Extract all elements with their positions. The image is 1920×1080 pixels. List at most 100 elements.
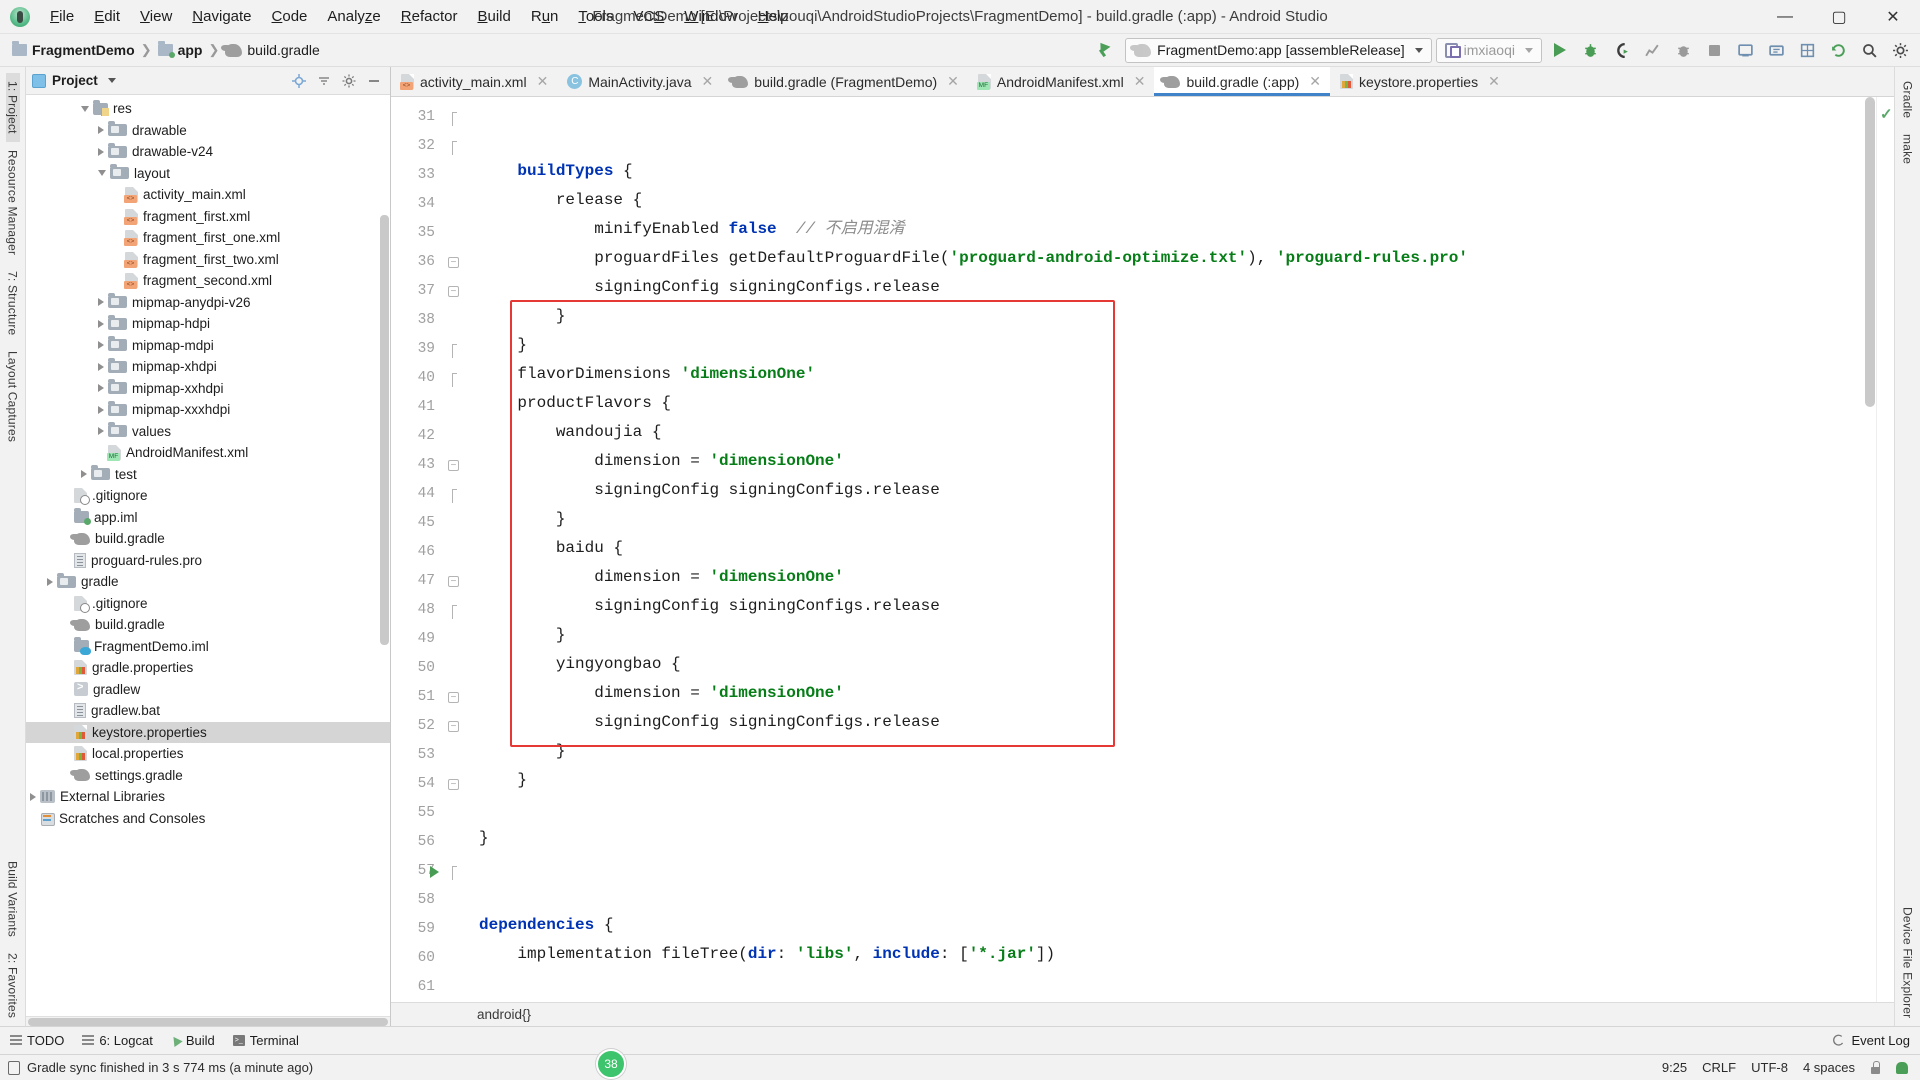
code-line-45[interactable]: dimension = 'dimensionOne' <box>473 563 1876 592</box>
gutter-line-61[interactable]: 61 <box>391 973 473 1002</box>
rail-item-gradle[interactable]: Gradle <box>1901 73 1915 126</box>
tree-item-drawable[interactable]: drawable <box>26 120 390 142</box>
tree-item-mipmap-xxhdpi[interactable]: mipmap-xxhdpi <box>26 378 390 400</box>
fold-collapse-icon[interactable]: − <box>448 779 459 791</box>
menu-window[interactable]: Window <box>674 4 747 29</box>
profile-button[interactable] <box>1639 37 1666 63</box>
tree-twisty-open-icon[interactable] <box>98 170 106 177</box>
close-icon[interactable]: ✕ <box>947 73 959 90</box>
tree-twisty-closed-icon[interactable] <box>98 405 104 414</box>
fold-region-icon[interactable] <box>452 605 457 619</box>
gutter-line-53[interactable]: 53 <box>391 741 473 770</box>
window-controls[interactable]: — ▢ ✕ <box>1758 0 1920 33</box>
editor-tab-build-gradle-fragmentdemo-[interactable]: build.gradle (FragmentDemo) ✕ <box>722 67 968 96</box>
sdk-manager-button[interactable] <box>1763 37 1790 63</box>
code-line-46[interactable]: signingConfig signingConfigs.release <box>473 592 1876 621</box>
rail-item-structure[interactable]: 7: Structure <box>6 263 20 343</box>
code-line-56[interactable] <box>473 882 1876 911</box>
editor-tab-mainactivity-java[interactable]: C MainActivity.java ✕ <box>557 67 722 96</box>
code-line-48[interactable]: yingyongbao { <box>473 650 1876 679</box>
gutter-line-51[interactable]: 51 − <box>391 683 473 712</box>
build-hammer-icon[interactable] <box>1091 39 1113 61</box>
attach-debugger-button[interactable] <box>1670 37 1697 63</box>
rail-item-favorites[interactable]: 2: Favorites <box>6 945 20 1026</box>
tree-item--gitignore[interactable]: .gitignore <box>26 593 390 615</box>
tree-item-mipmap-xxxhdpi[interactable]: mipmap-xxxhdpi <box>26 399 390 421</box>
menu-view[interactable]: View <box>130 4 182 29</box>
menu-build[interactable]: Build <box>467 4 520 29</box>
editor-breadcrumb[interactable]: android{} <box>391 1002 1894 1026</box>
code-line-42[interactable]: signingConfig signingConfigs.release <box>473 476 1876 505</box>
tree-item-values[interactable]: values <box>26 421 390 443</box>
menu-code[interactable]: Code <box>262 4 318 29</box>
search-button[interactable] <box>1856 37 1883 63</box>
locate-icon[interactable] <box>291 73 307 89</box>
rail-item-build-variants[interactable]: Build Variants <box>6 853 20 945</box>
gutter-line-56[interactable]: 56 <box>391 828 473 857</box>
gutter-line-35[interactable]: 35 <box>391 219 473 248</box>
tree-item-fragment-first-xml[interactable]: fragment_first.xml <box>26 206 390 228</box>
gutter-line-32[interactable]: 32 <box>391 132 473 161</box>
tree-item-drawable-v24[interactable]: drawable-v24 <box>26 141 390 163</box>
tool-window-logcat[interactable]: 6: Logcat <box>82 1033 153 1048</box>
tree-item-mipmap-xhdpi[interactable]: mipmap-xhdpi <box>26 356 390 378</box>
code-line-47[interactable]: } <box>473 621 1876 650</box>
gutter-line-59[interactable]: 59 <box>391 915 473 944</box>
gutter-line-31[interactable]: 31 <box>391 103 473 132</box>
rail-item-make[interactable]: make <box>1901 126 1915 172</box>
tree-twisty-open-icon[interactable] <box>81 105 89 112</box>
fold-collapse-icon[interactable]: − <box>448 576 459 588</box>
menu-vcs[interactable]: VCS <box>623 4 674 29</box>
code-line-34[interactable]: proguardFiles getDefaultProguardFile('pr… <box>473 244 1876 273</box>
project-tree-scrollbar[interactable] <box>380 215 389 645</box>
gutter-line-45[interactable]: 45 <box>391 509 473 538</box>
tree-item-keystore-properties[interactable]: keystore.properties <box>26 721 390 743</box>
hide-panel-icon[interactable] <box>366 73 382 89</box>
close-icon[interactable]: ✕ <box>1309 73 1321 90</box>
tree-twisty-closed-icon[interactable] <box>30 792 36 801</box>
code-line-52[interactable]: } <box>473 766 1876 795</box>
fold-collapse-icon[interactable]: − <box>448 721 459 733</box>
code-line-59[interactable] <box>473 969 1876 998</box>
gutter-line-42[interactable]: 42 <box>391 422 473 451</box>
fold-region-icon[interactable] <box>452 373 457 387</box>
gutter-line-33[interactable]: 33 <box>391 161 473 190</box>
code-line-32[interactable]: release { <box>473 186 1876 215</box>
rail-item-resource-manager[interactable]: Resource Manager <box>6 142 20 263</box>
fold-region-icon[interactable] <box>452 489 457 503</box>
gutter-line-57[interactable]: 57 <box>391 857 473 886</box>
editor-tab-activity-main-xml[interactable]: activity_main.xml ✕ <box>391 67 557 96</box>
run-button[interactable] <box>1546 37 1573 63</box>
project-tree[interactable]: resdrawable drawable-v24 layout activity_ma… <box>26 95 390 1016</box>
device-selector[interactable]: imxiaoqi <box>1435 37 1542 63</box>
editor-tab-keystore-properties[interactable]: keystore.properties ✕ <box>1330 67 1509 96</box>
breadcrumb-project[interactable]: FragmentDemo <box>8 40 139 60</box>
tree-item-build-gradle[interactable]: build.gradle <box>26 528 390 550</box>
stop-button[interactable] <box>1701 37 1728 63</box>
run-gradle-task-icon[interactable] <box>430 866 439 878</box>
fold-collapse-icon[interactable]: − <box>448 460 459 472</box>
tree-twisty-closed-icon[interactable] <box>98 384 104 393</box>
close-button[interactable]: ✕ <box>1866 0 1920 33</box>
editor-tab-androidmanifest-xml[interactable]: AndroidManifest.xml ✕ <box>968 67 1155 96</box>
code-line-60[interactable]: implementation 'androidx.appcompat:appco… <box>473 998 1876 1002</box>
layout-inspector-button[interactable] <box>1794 37 1821 63</box>
gutter-line-60[interactable]: 60 <box>391 944 473 973</box>
gutter-line-44[interactable]: 44 <box>391 480 473 509</box>
rail-item-device-file-explorer[interactable]: Device File Explorer <box>1901 899 1915 1026</box>
run-coverage-button[interactable] <box>1608 37 1635 63</box>
close-icon[interactable]: ✕ <box>1488 73 1500 90</box>
caret-position[interactable]: 9:25 <box>1662 1060 1687 1075</box>
close-icon[interactable]: ✕ <box>537 73 549 90</box>
maximize-button[interactable]: ▢ <box>1812 0 1866 33</box>
gutter-line-39[interactable]: 39 <box>391 335 473 364</box>
tree-item--gitignore[interactable]: .gitignore <box>26 485 390 507</box>
tree-item-fragment-second-xml[interactable]: fragment_second.xml <box>26 270 390 292</box>
editor-inspection-gutter[interactable]: ✓ <box>1876 97 1894 1002</box>
gutter-line-43[interactable]: 43 − <box>391 451 473 480</box>
tree-item-mipmap-hdpi[interactable]: mipmap-hdpi <box>26 313 390 335</box>
menu-analyze[interactable]: Analyze <box>317 4 390 29</box>
fold-collapse-icon[interactable]: − <box>448 692 459 704</box>
menu-file[interactable]: File <box>40 4 84 29</box>
fold-region-icon[interactable] <box>452 141 457 155</box>
